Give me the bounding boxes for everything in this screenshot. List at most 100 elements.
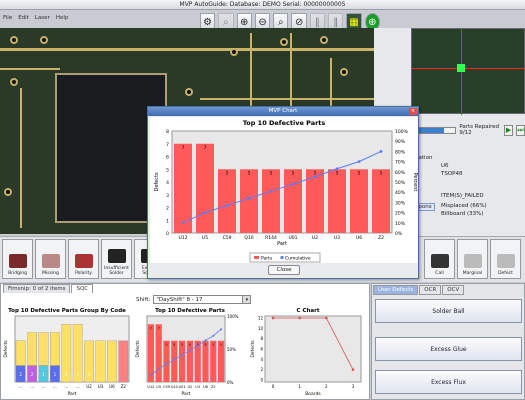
- shift-label: Shift:: [136, 296, 151, 303]
- cumulative-point: [269, 189, 273, 193]
- menu-edit[interactable]: Edit: [18, 15, 29, 27]
- tab-ocr[interactable]: OCR: [419, 285, 442, 295]
- y2-tick-label: 30%: [395, 200, 406, 206]
- tab-user-defects[interactable]: User Defects: [373, 285, 419, 295]
- side-tabs: User Defects OCR OCV: [372, 284, 524, 296]
- menu-laser[interactable]: Laser: [35, 15, 50, 27]
- y-axis-label: Defects: [3, 340, 9, 358]
- y-tick-label: 4: [260, 357, 263, 362]
- cumulative-point: [196, 344, 199, 347]
- y-tick-label: 3: [166, 193, 169, 199]
- bar: [179, 340, 186, 382]
- x-axis-label: Part: [277, 241, 287, 247]
- cumulative-point: [220, 328, 223, 331]
- y-axis-label: Defects: [250, 340, 256, 358]
- cumulative-point: [173, 358, 176, 361]
- minimap[interactable]: [411, 28, 525, 115]
- play-button[interactable]: ▶: [504, 124, 514, 136]
- cumulative-point: [149, 374, 152, 377]
- call-button[interactable]: Call: [424, 239, 455, 279]
- call-icon: [430, 254, 449, 268]
- excess-flux-button[interactable]: Excess Flux: [375, 370, 522, 394]
- y-tick-label: 1: [166, 218, 169, 224]
- stack-label: 2: [65, 372, 68, 377]
- y-tick-label: 7: [166, 142, 169, 148]
- info-status: ITEM(S)_FAILED: [441, 193, 484, 199]
- y2-tick-label: 0%: [395, 231, 403, 237]
- x-tick-label: 2: [325, 384, 328, 389]
- tab-sqc[interactable]: SQC: [71, 284, 94, 293]
- legend-swatch-cumulative: [280, 255, 284, 260]
- data-point: [271, 316, 275, 320]
- close-icon[interactable]: ×: [409, 108, 417, 115]
- stack-segment: [38, 332, 49, 366]
- chevron-down-icon[interactable]: ▾: [242, 296, 251, 303]
- solder-ball-button[interactable]: Solder Ball: [375, 299, 522, 323]
- bar-value-label: 5: [358, 170, 361, 176]
- bar-value-label: 5: [165, 343, 167, 347]
- info-defect-2: Billboard (33%): [441, 211, 484, 217]
- menu-file[interactable]: File: [3, 15, 12, 27]
- missing-icon: [41, 254, 60, 268]
- x-tick-label: U2: [312, 235, 318, 241]
- x-tick-label: U3: [98, 384, 104, 389]
- bar: [372, 169, 390, 233]
- x-tick-label: ...: [42, 384, 46, 389]
- x-tick-label: 0: [272, 384, 275, 389]
- pareto-chart: Top 10 Defective Parts 7 U12 7 U5 5 C59 5 Q10 5 R1…: [150, 117, 418, 263]
- info-package: TSOP48: [441, 171, 463, 177]
- y2-tick-label: 100%: [227, 314, 239, 319]
- chart-title: C Chart: [297, 308, 320, 314]
- defect-button[interactable]: Defect: [490, 239, 521, 279]
- x-tick-label: ...: [53, 384, 57, 389]
- stack-segment: [27, 332, 37, 366]
- y-tick-label: 4: [166, 180, 169, 186]
- polarity-icon: [74, 254, 93, 268]
- bridging-button[interactable]: Bridging: [2, 239, 33, 279]
- y-tick-label: 6: [260, 347, 263, 352]
- bar-value-label: 5: [173, 343, 175, 347]
- shift-select[interactable]: "DayShift" 8 - 17 ▾: [153, 295, 252, 304]
- defect-icon: [496, 254, 515, 268]
- x-tick-label: ...: [76, 384, 80, 389]
- cumulative-point: [157, 367, 160, 370]
- repair-progress: Parts Repaired 9/12 ▶ ⏭: [411, 122, 525, 138]
- marginal-button[interactable]: Marginal: [457, 239, 488, 279]
- bar-value-label: 5: [212, 343, 214, 347]
- data-point: [351, 368, 355, 371]
- tab-ocv[interactable]: OCV: [442, 285, 465, 295]
- x-tick-label: Z2: [121, 384, 127, 389]
- bar-value-label: 5: [314, 170, 317, 176]
- info-part: U6: [441, 163, 449, 169]
- x-tick-label: Q10: [244, 235, 253, 241]
- stack-segment: [107, 340, 117, 383]
- cumulative-point: [357, 160, 361, 163]
- tab-fimsnip[interactable]: Fimsnip: 0 of 2 items: [3, 284, 71, 293]
- stack-label: 2: [19, 372, 22, 377]
- shift-row: Shift: "DayShift" 8 - 17 ▾: [136, 295, 252, 304]
- cumulative-point: [204, 339, 207, 342]
- x-axis-label: Part: [182, 391, 191, 397]
- menu-help[interactable]: Help: [56, 15, 69, 27]
- missing-button[interactable]: Missing: [35, 239, 66, 279]
- skip-button[interactable]: ⏭: [516, 124, 525, 136]
- stack-segment: [15, 340, 26, 366]
- x-tick-label: U2: [86, 384, 92, 389]
- excess-glue-button[interactable]: Excess Glue: [375, 337, 522, 361]
- x-tick-label: C59: [223, 235, 232, 241]
- bar-value-label: 5: [248, 170, 251, 176]
- bar: [186, 340, 193, 382]
- polarity-button[interactable]: Polarity: [68, 239, 99, 279]
- bar-value-label: 5: [181, 343, 183, 347]
- bar: [171, 340, 178, 382]
- stack-label: 1: [42, 372, 45, 377]
- bar: [163, 340, 170, 382]
- legend-label-parts: Parts: [261, 256, 273, 262]
- bar: [218, 169, 236, 233]
- insufficient-solder-button[interactable]: Insufficient Solder: [101, 239, 132, 279]
- marginal-icon: [463, 254, 482, 268]
- progress-label: Parts Repaired 9/12: [459, 124, 500, 136]
- y2-axis-label: Percent: [412, 173, 418, 192]
- close-button[interactable]: Close: [268, 265, 300, 275]
- y2-tick-label: 100%: [395, 129, 409, 135]
